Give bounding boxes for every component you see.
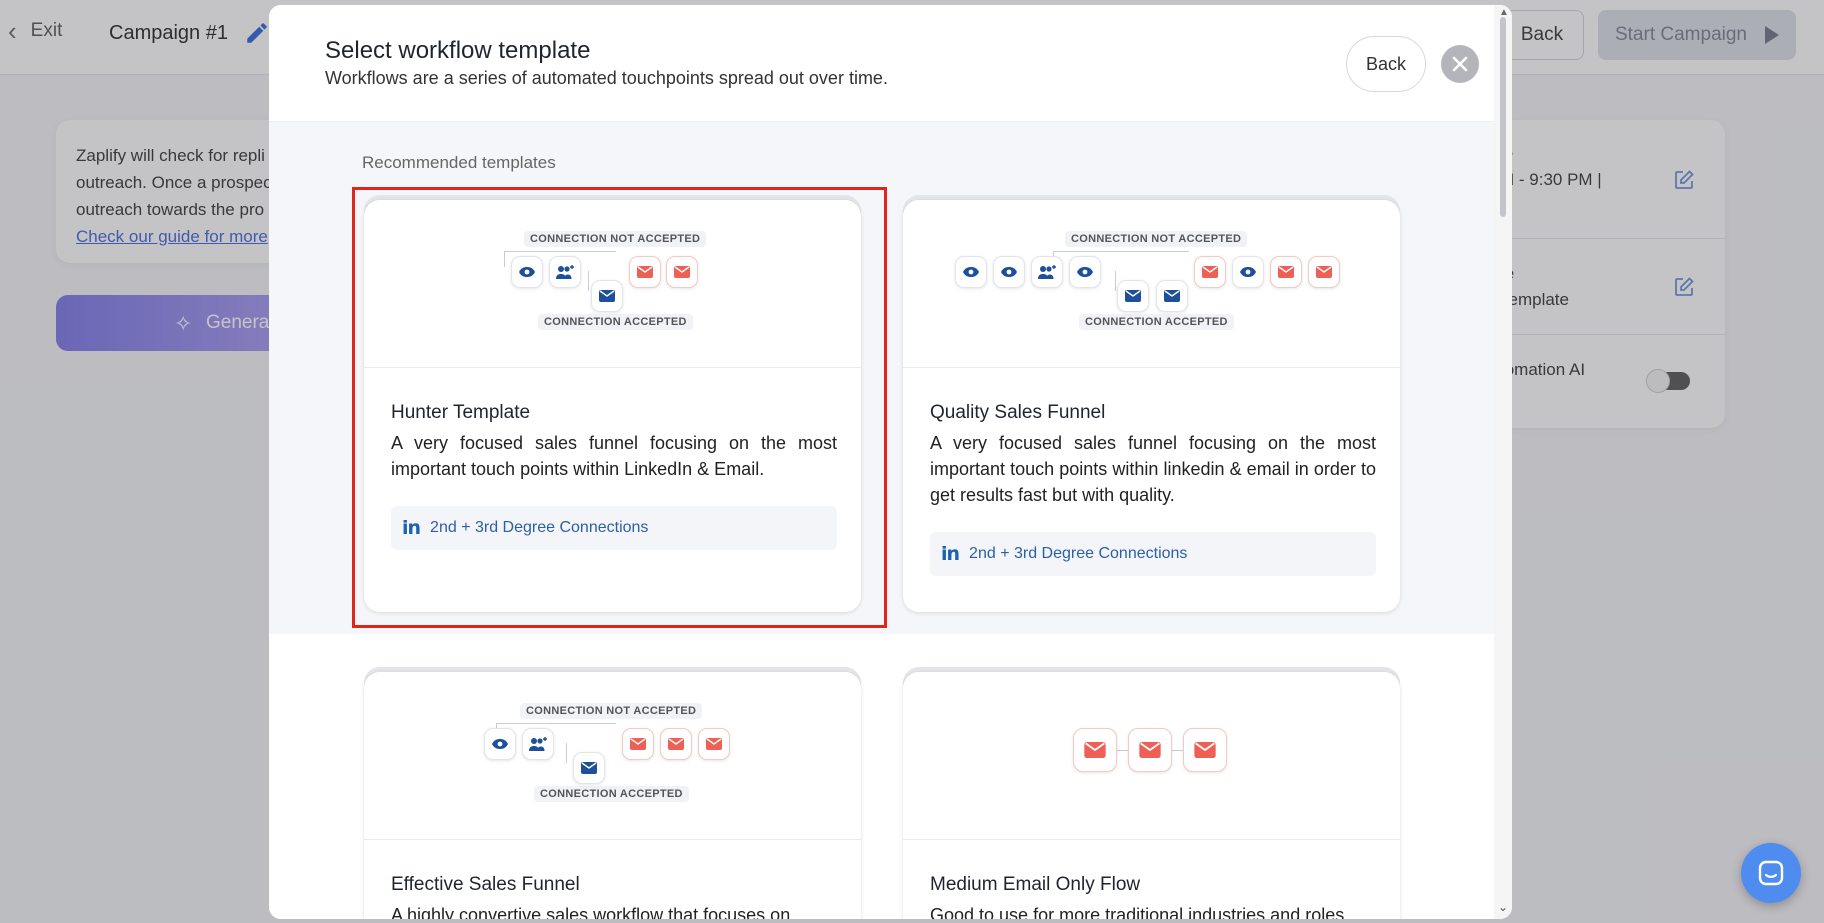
- add-connection-icon: [1031, 256, 1063, 288]
- mail-icon: [1270, 256, 1302, 288]
- conn-not-accepted-label: CONNECTION NOT ACCEPTED: [520, 703, 703, 719]
- template-name: Quality Sales Funnel: [930, 402, 1106, 423]
- mail-icon: [1156, 280, 1188, 312]
- conn-accepted-label: CONNECTION ACCEPTED: [1079, 314, 1234, 330]
- conn-not-accepted-label: CONNECTION NOT ACCEPTED: [1065, 231, 1248, 247]
- mail-icon: [1128, 728, 1172, 772]
- mail-icon: [1308, 256, 1340, 288]
- close-icon[interactable]: [1441, 45, 1479, 83]
- modal-subtitle: Workflows are a series of automated touc…: [325, 68, 888, 88]
- modal-scrollbar[interactable]: ▲ ⌄: [1494, 5, 1512, 919]
- workflow-template-modal: Select workflow template Workflows are a…: [269, 5, 1512, 919]
- eye-icon: [993, 256, 1025, 288]
- mail-icon: [622, 728, 654, 760]
- workflow-graph: [903, 672, 1400, 840]
- eye-icon: [955, 256, 987, 288]
- template-name: Medium Email Only Flow: [930, 874, 1141, 895]
- modal-back-button[interactable]: Back: [1346, 36, 1426, 92]
- mail-icon: [698, 728, 730, 760]
- mail-icon: [573, 752, 605, 784]
- scroll-thumb[interactable]: [1500, 17, 1506, 217]
- selected-template-highlight: [352, 187, 887, 628]
- template-description: A very focused sales funnel focusing on …: [930, 433, 1376, 505]
- eye-icon: [1232, 256, 1264, 288]
- template-name: Effective Sales Funnel: [391, 874, 580, 895]
- template-description: A highly convertive sales workflow that …: [391, 905, 791, 919]
- add-connection-icon: [522, 728, 554, 760]
- connection-tag-label: 2nd + 3rd Degree Connections: [969, 545, 1188, 562]
- section-title: Recommended templates: [362, 153, 556, 172]
- template-card-effective[interactable]: CONNECTION NOT ACCEPTED CONNECTION ACCEP…: [364, 672, 861, 919]
- eye-icon: [1069, 256, 1101, 288]
- chat-icon[interactable]: [1741, 843, 1801, 903]
- recommended-section: Recommended templates CONNECTION NOT ACC…: [269, 122, 1494, 634]
- template-card-medium-email[interactable]: Medium Email Only Flow Good to use for m…: [903, 672, 1400, 919]
- workflow-graph: CONNECTION NOT ACCEPTED CONNECTION ACCEP…: [364, 672, 861, 840]
- mail-icon: [1183, 728, 1227, 772]
- eye-icon: [484, 728, 516, 760]
- connection-tag: in 2nd + 3rd Degree Connections: [930, 532, 1376, 576]
- mail-icon: [660, 728, 692, 760]
- modal-title: Select workflow template: [325, 37, 591, 64]
- template-card-quality[interactable]: CONNECTION NOT ACCEPTED CONNECTION ACCEP…: [903, 200, 1400, 612]
- chevron-down-icon[interactable]: ⌄: [1498, 900, 1508, 914]
- linkedin-icon: in: [941, 543, 960, 565]
- conn-accepted-label: CONNECTION ACCEPTED: [534, 786, 689, 802]
- workflow-graph: CONNECTION NOT ACCEPTED CONNECTION ACCEP…: [903, 200, 1400, 368]
- modal-header: Select workflow template Workflows are a…: [269, 5, 1512, 122]
- template-list[interactable]: Recommended templates CONNECTION NOT ACC…: [269, 122, 1494, 919]
- mail-icon: [1073, 728, 1117, 772]
- template-description: Good to use for more traditional industr…: [930, 905, 1345, 919]
- mail-icon: [1194, 256, 1226, 288]
- mail-icon: [1117, 280, 1149, 312]
